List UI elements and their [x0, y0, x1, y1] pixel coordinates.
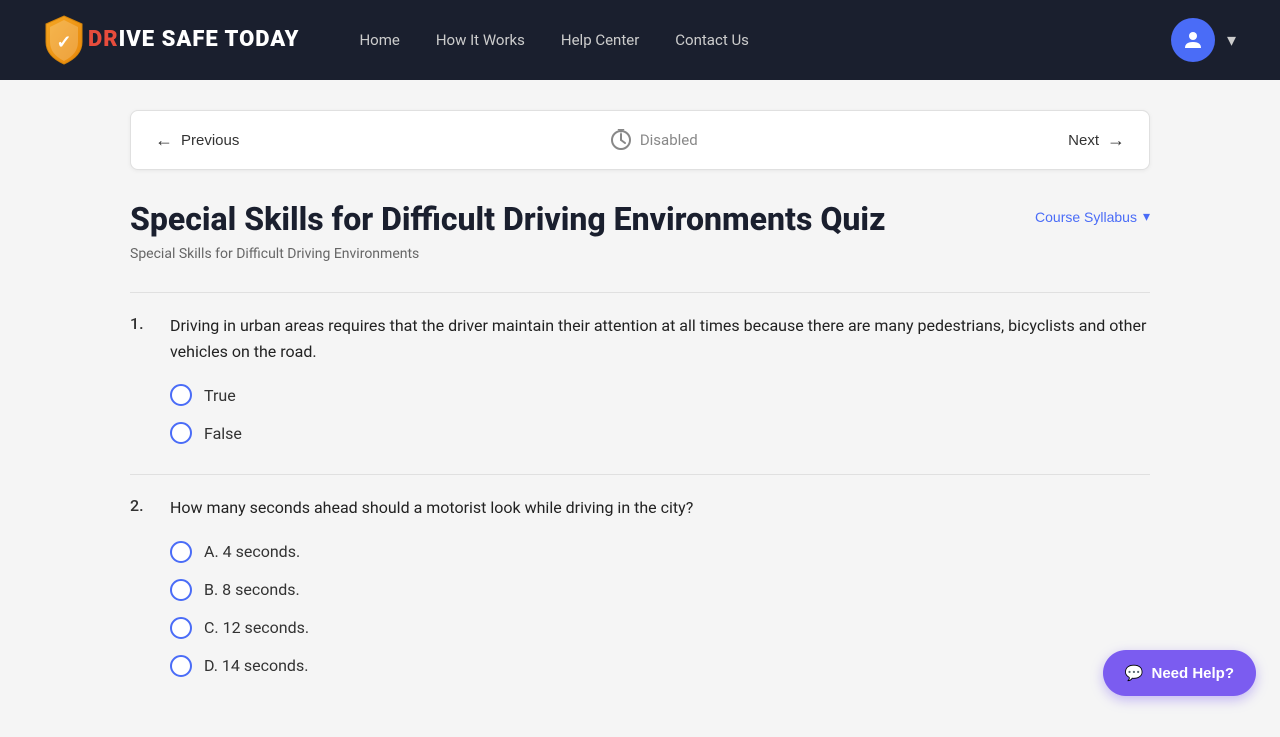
- question-2-number: 2.: [130, 495, 154, 515]
- question-2-text: How many seconds ahead should a motorist…: [170, 495, 693, 521]
- avatar-button[interactable]: [1171, 18, 1215, 62]
- arrow-left-icon: ←: [155, 130, 173, 151]
- logo-shield-icon: ✓: [42, 14, 86, 66]
- svg-text:✓: ✓: [56, 32, 71, 52]
- quiz-subtitle: Special Skills for Difficult Driving Env…: [130, 246, 885, 262]
- question-1-label-false: False: [204, 424, 242, 443]
- question-1-number: 1.: [130, 313, 154, 333]
- nav-help-center[interactable]: Help Center: [561, 31, 639, 49]
- question-1-option-false[interactable]: False: [170, 422, 1150, 444]
- question-2-label-c: C. 12 seconds.: [204, 618, 309, 637]
- logo-text: DRIVE SAFE TODAY: [88, 28, 299, 52]
- question-1-text: Driving in urban areas requires that the…: [170, 313, 1150, 364]
- help-icon: 💬: [1125, 664, 1144, 682]
- question-2-option-d[interactable]: D. 14 seconds.: [170, 655, 1150, 677]
- question-2-radio-b[interactable]: [170, 579, 192, 601]
- quiz-title: Special Skills for Difficult Driving Env…: [130, 200, 885, 238]
- quiz-title-section: Special Skills for Difficult Driving Env…: [130, 200, 885, 262]
- course-syllabus-label: Course Syllabus: [1035, 209, 1137, 225]
- question-2-label-a: A. 4 seconds.: [204, 542, 300, 561]
- question-1-radio-true[interactable]: [170, 384, 192, 406]
- nav-links: Home How It Works Help Center Contact Us: [359, 31, 1170, 49]
- question-2-option-a[interactable]: A. 4 seconds.: [170, 541, 1150, 563]
- question-2-label-d: D. 14 seconds.: [204, 656, 308, 675]
- chevron-down-icon: ▾: [1143, 208, 1150, 225]
- user-icon: [1181, 28, 1205, 52]
- previous-button[interactable]: ← Previous: [155, 122, 239, 159]
- help-button[interactable]: 💬 Need Help?: [1103, 650, 1256, 696]
- nav-how-it-works[interactable]: How It Works: [436, 31, 525, 49]
- logo: ✓ DRIVE SAFE TODAY: [40, 14, 299, 66]
- next-button[interactable]: Next →: [1068, 122, 1125, 159]
- question-1-row: 1. Driving in urban areas requires that …: [130, 313, 1150, 364]
- next-label: Next: [1068, 132, 1099, 149]
- divider-2: [130, 474, 1150, 475]
- quiz-header: Special Skills for Difficult Driving Env…: [130, 200, 1150, 262]
- divider-1: [130, 292, 1150, 293]
- help-button-label: Need Help?: [1151, 665, 1234, 682]
- question-2-label-b: B. 8 seconds.: [204, 580, 300, 599]
- arrow-right-icon: →: [1107, 130, 1125, 151]
- question-2-options: A. 4 seconds. B. 8 seconds. C. 12 second…: [170, 541, 1150, 677]
- question-2-option-c[interactable]: C. 12 seconds.: [170, 617, 1150, 639]
- disabled-label: Disabled: [640, 131, 698, 149]
- question-1-label-true: True: [204, 386, 236, 405]
- nav-right: ▾: [1171, 18, 1240, 62]
- nav-contact-us[interactable]: Contact Us: [675, 31, 749, 49]
- course-syllabus-button[interactable]: Course Syllabus ▾: [1035, 208, 1150, 225]
- user-menu-chevron[interactable]: ▾: [1223, 26, 1240, 55]
- question-1-options: True False: [170, 384, 1150, 444]
- disabled-timer-icon: [610, 129, 632, 151]
- navbar: ✓ DRIVE SAFE TODAY Home How It Works Hel…: [0, 0, 1280, 80]
- question-2-row: 2. How many seconds ahead should a motor…: [130, 495, 1150, 521]
- question-1-block: 1. Driving in urban areas requires that …: [130, 313, 1150, 444]
- question-2-block: 2. How many seconds ahead should a motor…: [130, 495, 1150, 677]
- question-2-radio-c[interactable]: [170, 617, 192, 639]
- question-2-radio-d[interactable]: [170, 655, 192, 677]
- main-content: ← Previous Disabled Next → Special Skill…: [90, 80, 1190, 737]
- previous-label: Previous: [181, 132, 239, 149]
- question-2-radio-a[interactable]: [170, 541, 192, 563]
- question-1-option-true[interactable]: True: [170, 384, 1150, 406]
- question-1-radio-false[interactable]: [170, 422, 192, 444]
- question-2-option-b[interactable]: B. 8 seconds.: [170, 579, 1150, 601]
- disabled-status: Disabled: [610, 129, 698, 151]
- quiz-navigation-bar: ← Previous Disabled Next →: [130, 110, 1150, 170]
- nav-home[interactable]: Home: [359, 31, 399, 49]
